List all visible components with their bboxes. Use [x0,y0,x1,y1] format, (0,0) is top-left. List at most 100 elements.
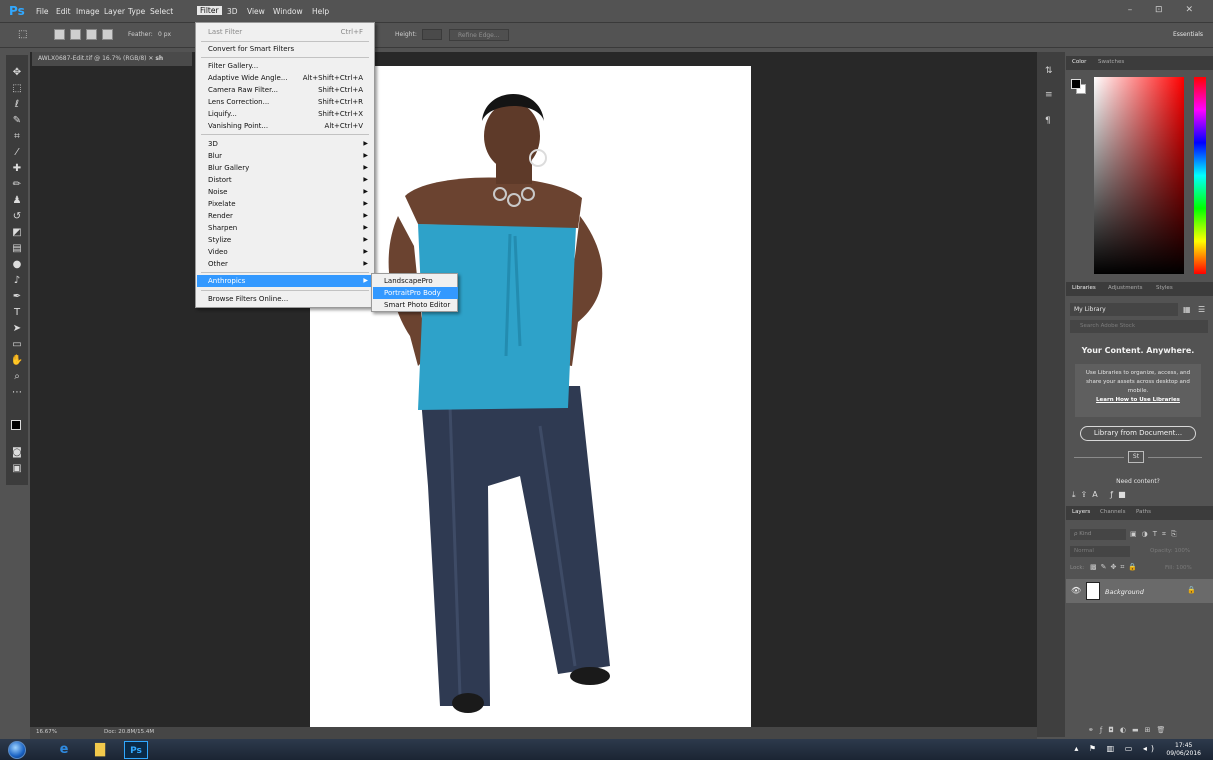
screen-mode-icon[interactable]: ▣ [10,462,24,476]
height-field[interactable] [422,29,442,40]
menu-convert-smart-filters[interactable]: Convert for Smart Filters [197,43,373,55]
menu-3d[interactable]: 3D [227,7,238,16]
menu-other[interactable]: Other ▶ [197,258,373,270]
system-tray-icons[interactable]: ▴ ⚑ ▥ ▭ ◂) [1074,744,1158,753]
healing-brush-icon[interactable]: ✚ [10,162,24,176]
path-select-icon[interactable]: ➤ [10,322,24,336]
menu-pixelate[interactable]: Pixelate ▶ [197,198,373,210]
blend-mode-select[interactable]: Normal [1070,546,1130,557]
menu-help[interactable]: Help [312,7,329,16]
properties-panel-icon[interactable]: ≡ [1045,90,1057,102]
eraser-icon[interactable]: ◩ [10,226,24,240]
layer-filter-kind[interactable]: ρ Kind [1070,529,1126,540]
more-tools-icon[interactable]: ⋯ [10,386,24,400]
fill-field[interactable]: Fill: 100% [1165,565,1192,571]
refine-edge-button[interactable]: Refine Edge... [449,29,509,41]
document-tab[interactable]: AWLX0687-Edit.tif @ 16.7% (RGB/8) ✕ sh [32,52,192,66]
tab-paths[interactable]: Paths [1136,509,1151,515]
menu-layer[interactable]: Layer [104,7,125,16]
character-panel-icon[interactable]: ¶ [1045,116,1057,128]
history-panel-icon[interactable]: ⇅ [1045,66,1057,78]
submenu-landscapepro[interactable]: LandscapePro [373,275,458,287]
menu-stylize[interactable]: Stylize ▶ [197,234,373,246]
menu-file[interactable]: File [36,7,49,16]
window-controls[interactable]: – ⊡ ✕ [1128,5,1203,15]
submenu-smart-photo-editor[interactable]: Smart Photo Editor [373,299,458,311]
layers-footer-icons[interactable]: ⚭ƒ◘◐▬⊞🗑 [1088,726,1171,734]
zoom-icon[interactable]: ⌕ [10,370,24,384]
menu-select[interactable]: Select [150,7,173,16]
tab-layers[interactable]: Layers [1072,509,1090,515]
zoom-level[interactable]: 16.67% [36,729,57,735]
eyedropper-icon[interactable]: ⁄ [10,146,24,160]
tab-libraries[interactable]: Libraries [1072,285,1096,291]
tab-channels[interactable]: Channels [1100,509,1125,515]
image-canvas[interactable] [310,66,751,727]
blur-tool-icon[interactable]: ● [10,258,24,272]
menu-sharpen[interactable]: Sharpen ▶ [197,222,373,234]
tab-color[interactable]: Color [1072,59,1086,65]
menu-filter[interactable]: Filter [197,6,222,15]
tab-adjustments[interactable]: Adjustments [1108,285,1142,291]
photoshop-taskbar-icon[interactable]: Ps [124,741,148,759]
marquee-tool-icon[interactable]: ⬚ [18,29,27,40]
menu-view[interactable]: View [247,7,265,16]
history-brush-icon[interactable]: ↺ [10,210,24,224]
adobe-stock-icon[interactable]: St [1128,451,1144,463]
crop-icon[interactable]: ⌗ [10,130,24,144]
menu-adaptive-wide-angle[interactable]: Adaptive Wide Angle... Alt+Shift+Ctrl+A [197,72,373,84]
clock[interactable]: 17:45 09/06/2016 [1166,742,1201,758]
lasso-icon[interactable]: ℓ [10,98,24,112]
layer-name[interactable]: Background [1105,588,1144,596]
menu-blur-gallery[interactable]: Blur Gallery ▶ [197,162,373,174]
library-search-input[interactable]: Search Adobe Stock [1070,320,1208,333]
brush-icon[interactable]: ✏ [10,178,24,192]
menu-type[interactable]: Type [128,7,145,16]
menu-liquify[interactable]: Liquify... Shift+Ctrl+X [197,108,373,120]
menu-render[interactable]: Render ▶ [197,210,373,222]
add-selection-icon[interactable] [70,29,81,40]
list-view-icon[interactable]: ☰ [1198,305,1205,314]
grid-view-icon[interactable]: ▦ [1183,305,1191,314]
library-from-document-button[interactable]: Library from Document... [1080,426,1196,441]
menu-anthropics[interactable]: Anthropics ▶ [197,275,373,287]
menu-window[interactable]: Window [273,7,303,16]
library-select[interactable]: My Library [1070,303,1178,316]
visibility-eye-icon[interactable]: 👁 [1071,586,1081,595]
menu-image[interactable]: Image [76,7,100,16]
menu-edit[interactable]: Edit [56,7,71,16]
type-tool-icon[interactable]: T [10,306,24,320]
hue-slider[interactable] [1194,77,1206,274]
learn-libraries-link[interactable]: Learn How to Use Libraries [1081,396,1195,405]
new-selection-icon[interactable] [54,29,65,40]
marquee-icon[interactable]: ⬚ [10,82,24,96]
gradient-icon[interactable]: ▤ [10,242,24,256]
quick-select-icon[interactable]: ✎ [10,114,24,128]
rectangle-tool-icon[interactable]: ▭ [10,338,24,352]
menu-filter-gallery[interactable]: Filter Gallery... [197,60,373,72]
submenu-portraitpro-body[interactable]: PortraitPro Body [373,287,458,299]
library-footer-icons[interactable]: ⤓⇪A ƒ■ [1072,490,1131,500]
tab-swatches[interactable]: Swatches [1098,59,1124,65]
pen-icon[interactable]: ✒ [10,290,24,304]
menu-blur[interactable]: Blur ▶ [197,150,373,162]
color-picker-field[interactable] [1094,77,1184,274]
second-document-tab[interactable]: sh [155,55,163,62]
menu-noise[interactable]: Noise ▶ [197,186,373,198]
dodge-icon[interactable]: ♪ [10,274,24,288]
quick-mask-icon[interactable]: ◙ [10,446,24,460]
menu-last-filter[interactable]: Last Filter Ctrl+F [197,26,373,38]
menu-lens-correction[interactable]: Lens Correction... Shift+Ctrl+R [197,96,373,108]
layer-filter-icons[interactable]: ▣◑T⌗⎘ [1130,530,1182,539]
menu-distort[interactable]: Distort ▶ [197,174,373,186]
menu-video[interactable]: Video ▶ [197,246,373,258]
feather-value[interactable]: 0 px [158,31,171,38]
menu-vanishing-point[interactable]: Vanishing Point... Alt+Ctrl+V [197,120,373,132]
menu-camera-raw[interactable]: Camera Raw Filter... Shift+Ctrl+A [197,84,373,96]
clone-stamp-icon[interactable]: ♟ [10,194,24,208]
workspace-select[interactable]: Essentials [1141,29,1203,41]
file-explorer-icon[interactable]: ▇ [88,741,112,759]
move-tool-icon[interactable]: ✥ [10,66,24,80]
lock-icons[interactable]: ▩✎✥⌗🔒 [1090,563,1141,572]
internet-explorer-icon[interactable]: e [52,741,76,759]
